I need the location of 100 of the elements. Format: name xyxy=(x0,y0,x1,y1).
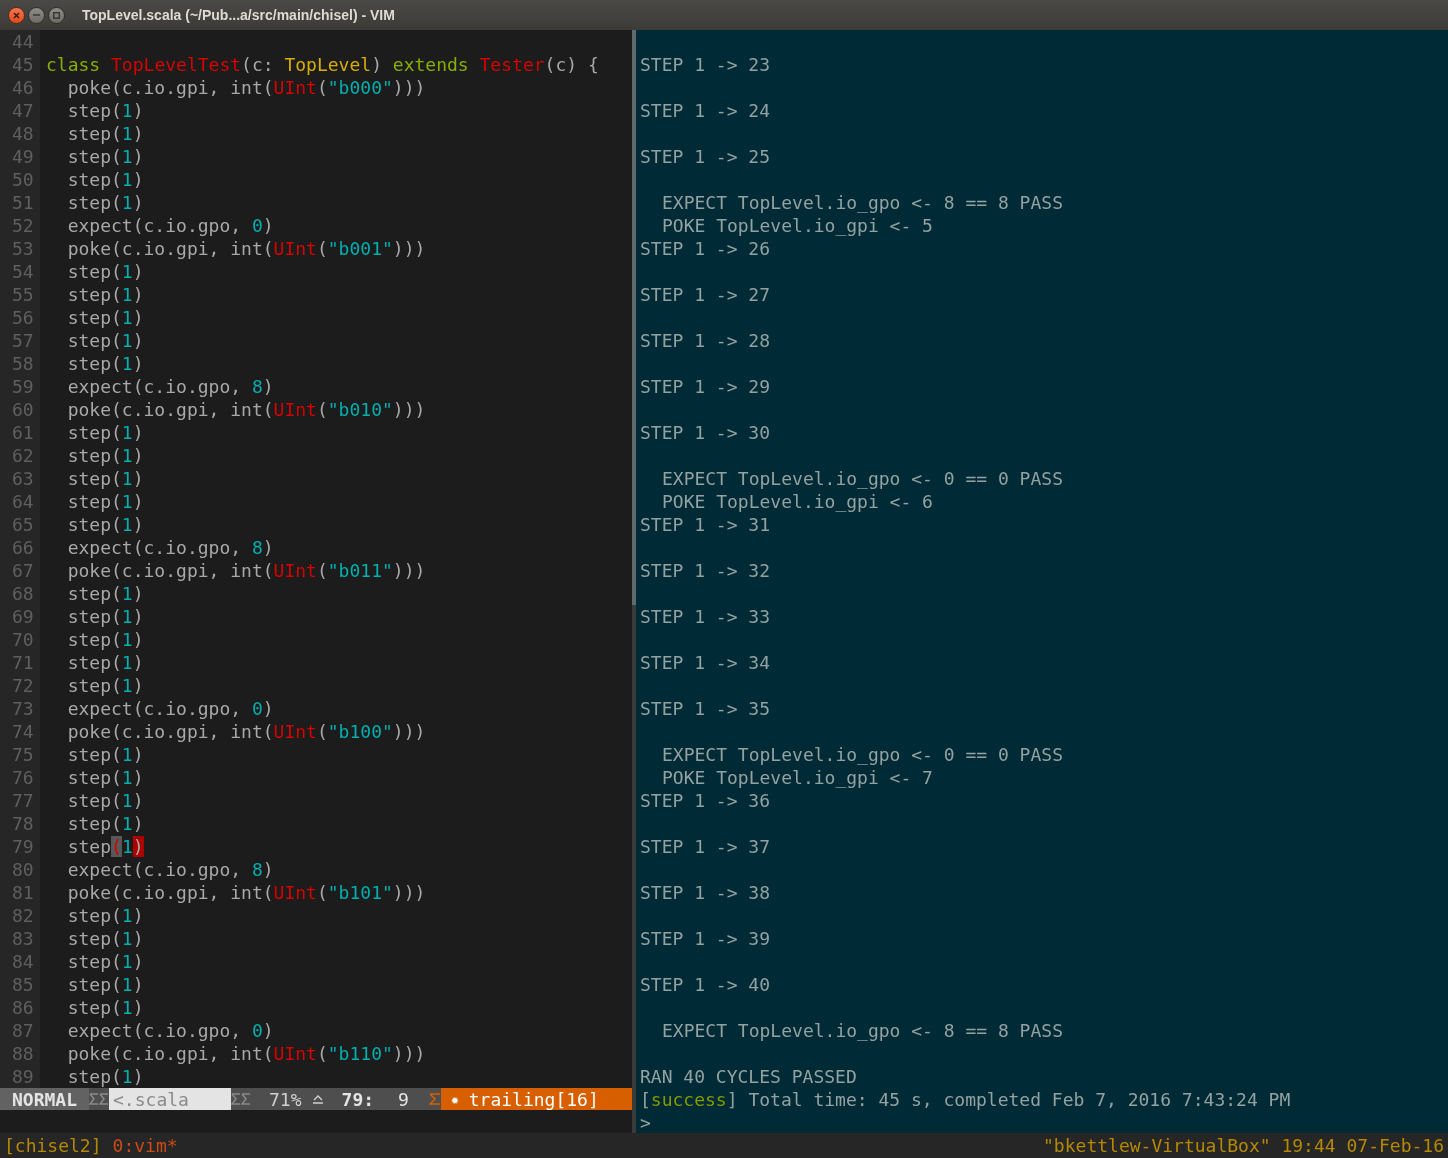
mode-indicator: NORMAL xyxy=(0,1088,90,1110)
output-line: STEP 1 -> 34 xyxy=(640,651,772,674)
code-line: step(1) xyxy=(66,812,144,835)
output-line: EXPECT TopLevel.io_gpo <- 0 == 0 PASS xyxy=(662,467,1064,490)
code-line: step(1) xyxy=(66,444,144,467)
maximize-button[interactable] xyxy=(48,6,65,24)
line-number: 68 xyxy=(0,582,40,605)
line-number: 71 xyxy=(0,651,40,674)
output-line: STEP 1 -> 31 xyxy=(640,513,772,536)
code-line: expect(c.io.gpo, 0) xyxy=(66,697,274,720)
line-number: 47 xyxy=(0,99,40,122)
window-tab[interactable]: 0:vim* xyxy=(112,1132,178,1158)
line-number: 81 xyxy=(0,881,40,904)
code-line: expect(c.io.gpo, 8) xyxy=(66,858,274,881)
line-number: 67 xyxy=(0,559,40,582)
line-number: 45 xyxy=(0,53,40,76)
code-line: step(1) xyxy=(66,904,144,927)
file-type: <.scala xyxy=(109,1088,232,1110)
output-line: STEP 1 -> 24 xyxy=(640,99,772,122)
line-number: 78 xyxy=(0,812,40,835)
line-number: 75 xyxy=(0,743,40,766)
code-line: step(1) xyxy=(66,260,144,283)
line-number: 73 xyxy=(0,697,40,720)
code-line: poke(c.io.gpi, int(UInt("b010"))) xyxy=(66,398,426,421)
line-number: 54 xyxy=(0,260,40,283)
line-number: 77 xyxy=(0,789,40,812)
output-line: STEP 1 -> 27 xyxy=(640,283,772,306)
code-line: step(1) xyxy=(66,835,144,858)
line-number: 89 xyxy=(0,1065,40,1088)
code-line: step(1) xyxy=(66,122,144,145)
line-number: 53 xyxy=(0,237,40,260)
code-line: step(1) xyxy=(66,467,144,490)
line-number: 76 xyxy=(0,766,40,789)
cursor-line: 79: xyxy=(341,1087,375,1111)
output-line: STEP 1 -> 36 xyxy=(640,789,772,812)
code-line: step(1) xyxy=(66,329,144,352)
code-line: step(1) xyxy=(66,283,144,306)
line-number: 85 xyxy=(0,973,40,996)
code-line: poke(c.io.gpi, int(UInt("b001"))) xyxy=(66,237,426,260)
code-line: step(1) xyxy=(66,191,144,214)
scroll-percent: 71% xyxy=(269,1087,302,1111)
code-line: step(1) xyxy=(66,766,144,789)
code-line: expect(c.io.gpo, 0) xyxy=(66,1019,274,1042)
line-number: 69 xyxy=(0,605,40,628)
code-line: poke(c.io.gpi, int(UInt("b011"))) xyxy=(66,559,426,582)
line-number: 55 xyxy=(0,283,40,306)
code-line: step(1) xyxy=(66,605,144,628)
output-line: STEP 1 -> 40 xyxy=(640,973,772,996)
window-title: TopLevel.scala (~/Pub...a/src/main/chisel) - VIM xyxy=(82,5,395,25)
code-line: class TopLevelTest(c: TopLevel) extends Tester(c) { xyxy=(46,53,599,76)
output-line: STEP 1 -> 25 xyxy=(640,145,772,168)
output-line: STEP 1 -> 39 xyxy=(640,927,772,950)
output-line: STEP 1 -> 28 xyxy=(640,329,772,352)
line-number: 51 xyxy=(0,191,40,214)
close-icon xyxy=(13,11,20,19)
line-number: 84 xyxy=(0,950,40,973)
output-line: STEP 1 -> 38 xyxy=(640,881,772,904)
code-line: poke(c.io.gpi, int(UInt("b000"))) xyxy=(66,76,426,99)
output-line: STEP 1 -> 29 xyxy=(640,375,772,398)
output-line: EXPECT TopLevel.io_gpo <- 8 == 8 PASS xyxy=(662,191,1064,214)
code-line: step(1) xyxy=(66,674,144,697)
line-icon xyxy=(311,1094,324,1104)
line-number: 82 xyxy=(0,904,40,927)
line-number: 46 xyxy=(0,76,40,99)
code-line: step(1) xyxy=(66,1065,144,1088)
line-number: 60 xyxy=(0,398,40,421)
code-line: poke(c.io.gpi, int(UInt("b100"))) xyxy=(66,720,426,743)
output-line: STEP 1 -> 32 xyxy=(640,559,772,582)
code-line: step(1) xyxy=(66,168,144,191)
line-number: 63 xyxy=(0,467,40,490)
close-button[interactable] xyxy=(8,6,25,24)
code-line: step(1) xyxy=(66,99,144,122)
result-line: [success] Total time: 45 s, completed Feb 7, 2016 7:43:24 PM xyxy=(640,1088,1292,1111)
code-line: step(1) xyxy=(66,582,144,605)
separator-icon xyxy=(231,1092,252,1106)
line-number: 52 xyxy=(0,214,40,237)
host-clock: "bkettlew-VirtualBox" 19:44 07-Feb-16 xyxy=(1043,1134,1444,1158)
code-line: step(1) xyxy=(66,743,144,766)
minimize-button[interactable] xyxy=(28,6,45,24)
code-line: poke(c.io.gpi, int(UInt("b101"))) xyxy=(66,881,426,904)
scrollbar-thumb[interactable] xyxy=(632,30,636,605)
line-number: 49 xyxy=(0,145,40,168)
line-number: 79 xyxy=(0,835,40,858)
code-line: step(1) xyxy=(66,513,144,536)
line-number: 59 xyxy=(0,375,40,398)
line-number: 62 xyxy=(0,444,40,467)
code-line: step(1) xyxy=(66,789,144,812)
line-number: 86 xyxy=(0,996,40,1019)
prompt: > xyxy=(640,1111,652,1134)
line-number: 64 xyxy=(0,490,40,513)
line-number: 61 xyxy=(0,421,40,444)
code-line: expect(c.io.gpo, 8) xyxy=(66,536,274,559)
output-line: STEP 1 -> 33 xyxy=(640,605,772,628)
line-number: 80 xyxy=(0,858,40,881)
code-line: step(1) xyxy=(66,996,144,1019)
code-line: expect(c.io.gpo, 0) xyxy=(66,214,274,237)
line-number: 56 xyxy=(0,306,40,329)
output-line: POKE TopLevel.io_gpi <- 6 xyxy=(662,490,934,513)
output-line: EXPECT TopLevel.io_gpo <- 8 == 8 PASS xyxy=(662,1019,1064,1042)
line-number: 87 xyxy=(0,1019,40,1042)
